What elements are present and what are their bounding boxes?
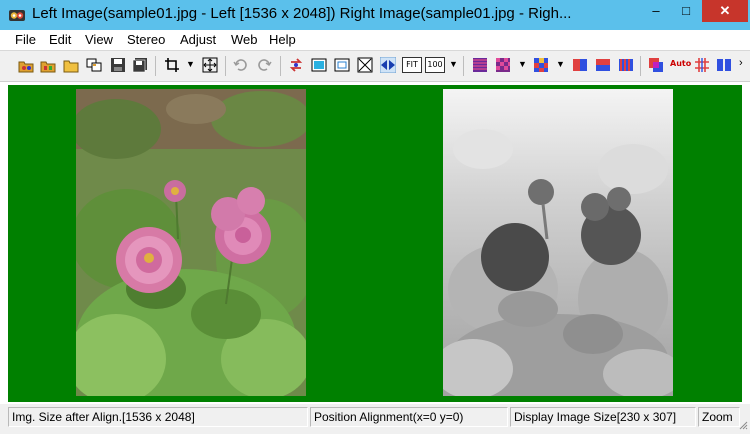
maximize-button[interactable]: □: [672, 0, 700, 22]
menu-web[interactable]: Web: [231, 32, 258, 47]
toolbar-separator: [280, 56, 281, 76]
anaglyph-icon[interactable]: [533, 57, 549, 73]
mode-dropdown-icon[interactable]: ▼: [518, 59, 527, 69]
redo-icon[interactable]: [256, 57, 272, 73]
menu-bar: File Edit View Stereo Adjust Web Help: [0, 30, 750, 51]
zoom-dropdown-icon[interactable]: ▼: [449, 59, 458, 69]
menu-stereo[interactable]: Stereo: [127, 32, 165, 47]
over-under-icon[interactable]: [595, 57, 611, 73]
auto-align-button[interactable]: Auto: [670, 57, 691, 73]
toolbar-separator: [225, 56, 226, 76]
align-icon[interactable]: [380, 57, 396, 73]
menu-edit[interactable]: Edit: [49, 32, 71, 47]
save-icon[interactable]: [110, 57, 126, 73]
crop-dropdown-icon[interactable]: ▼: [186, 59, 195, 69]
status-bar: Img. Size after Align.[1536 x 2048] Posi…: [0, 404, 750, 434]
side-by-side-icon[interactable]: [572, 57, 588, 73]
move-icon[interactable]: [202, 57, 218, 73]
menu-adjust[interactable]: Adjust: [180, 32, 216, 47]
zoom-100-button[interactable]: 100: [425, 57, 445, 73]
anaglyph-dropdown-icon[interactable]: ▼: [556, 59, 565, 69]
undo-icon[interactable]: [233, 57, 249, 73]
resize-grip-icon[interactable]: [738, 420, 748, 430]
toolbar: ▼ FIT 100 ▼ ▼ ▼ Auto ›: [0, 51, 750, 82]
status-display-size: Display Image Size[230 x 307]: [510, 407, 696, 427]
menu-help[interactable]: Help: [269, 32, 296, 47]
status-align-size: Img. Size after Align.[1536 x 2048]: [8, 407, 308, 427]
fit-button[interactable]: FIT: [402, 57, 422, 73]
interlace-icon[interactable]: [472, 57, 488, 73]
app-icon: [9, 10, 25, 21]
open-stereo-icon[interactable]: [18, 57, 34, 73]
toolbar-separator: [463, 56, 464, 76]
grid-icon[interactable]: [694, 57, 710, 73]
checker-icon[interactable]: [495, 57, 511, 73]
fit-frame-icon[interactable]: [334, 57, 350, 73]
right-image: [443, 89, 673, 396]
status-position: Position Alignment(x=0 y=0): [310, 407, 508, 427]
toolbar-separator: [640, 56, 641, 76]
column-interleave-icon[interactable]: [618, 57, 634, 73]
menu-file[interactable]: File: [15, 32, 36, 47]
toolbar-overflow-icon[interactable]: ›: [739, 57, 743, 69]
split-view-icon[interactable]: [716, 57, 732, 73]
open-folder-icon[interactable]: [63, 57, 79, 73]
crop-icon[interactable]: [164, 57, 180, 73]
left-image: [76, 89, 306, 396]
full-screen-icon[interactable]: [357, 57, 373, 73]
status-zoom: Zoom: [698, 407, 740, 427]
save-all-icon[interactable]: [132, 57, 148, 73]
swap-icon[interactable]: [288, 57, 304, 73]
window-title: Left Image(sample01.jpg - Left [1536 x 2…: [32, 5, 572, 22]
stereo-viewport[interactable]: [8, 85, 742, 402]
toolbar-separator: [155, 56, 156, 76]
open-pair-icon[interactable]: [40, 57, 56, 73]
open-left-right-icon[interactable]: [86, 57, 102, 73]
minimize-button[interactable]: –: [642, 0, 670, 22]
title-bar: Left Image(sample01.jpg - Left [1536 x 2…: [0, 0, 750, 30]
overlay-icon[interactable]: [648, 57, 664, 73]
menu-view[interactable]: View: [85, 32, 113, 47]
close-button[interactable]: ✕: [702, 0, 748, 22]
fit-window-icon[interactable]: [311, 57, 327, 73]
